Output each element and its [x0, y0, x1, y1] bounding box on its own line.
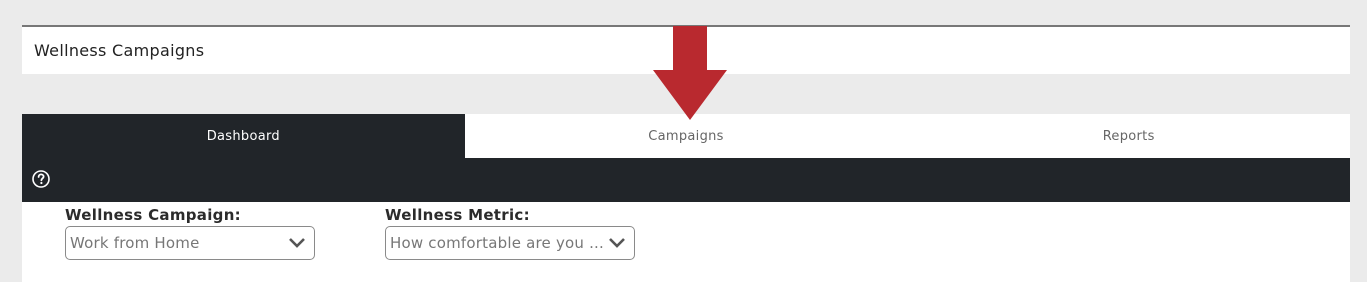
filters-panel: Wellness Campaign: Work from Home Wellne… [22, 202, 1350, 282]
metric-filter: Wellness Metric: How comfortable are you… [385, 206, 635, 260]
question-circle-icon[interactable] [32, 170, 50, 188]
campaign-filter-label: Wellness Campaign: [65, 206, 241, 224]
tab-campaigns[interactable]: Campaigns [465, 114, 908, 158]
tab-dashboard-label: Dashboard [206, 128, 280, 144]
campaign-select[interactable]: Work from Home [65, 226, 315, 260]
campaign-select-value: Work from Home [70, 234, 200, 252]
metric-select-value: How comfortable are you ... [390, 234, 604, 252]
campaign-filter: Wellness Campaign: Work from Home [65, 206, 315, 260]
tab-campaigns-label: Campaigns [648, 128, 724, 144]
tab-reports-label: Reports [1102, 128, 1155, 144]
chevron-down-icon [609, 238, 625, 248]
metric-select[interactable]: How comfortable are you ... [385, 226, 635, 260]
down-arrow-annotation-icon [653, 26, 727, 120]
tab-dashboard[interactable]: Dashboard [22, 114, 465, 158]
metric-filter-label: Wellness Metric: [385, 206, 530, 224]
tab-reports[interactable]: Reports [907, 114, 1350, 158]
chevron-down-icon [289, 238, 305, 248]
toolbar [22, 158, 1350, 202]
page-title: Wellness Campaigns [34, 41, 205, 60]
tab-bar: Dashboard Campaigns Reports [22, 114, 1350, 158]
